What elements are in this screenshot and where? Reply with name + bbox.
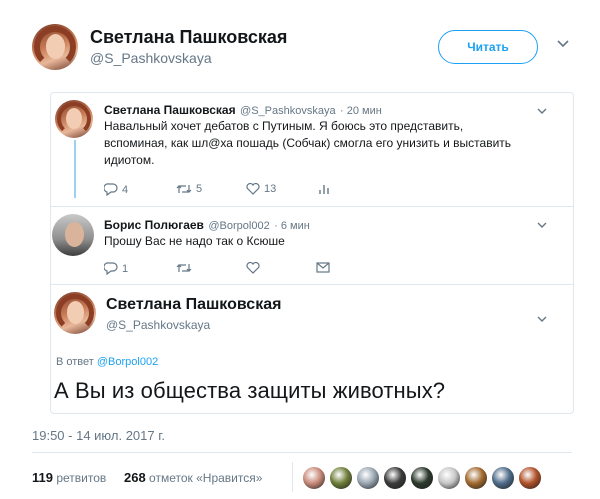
reply-icon [104, 262, 118, 275]
tweet-menu-icon[interactable] [536, 102, 548, 118]
tweet-author-handle[interactable]: @Borpol002 [208, 220, 269, 232]
retweets-count: 119 [32, 470, 53, 485]
avatar-head [64, 221, 84, 247]
thread-tweet-1-header: Светлана Пашковская @S_Pashkovskaya · 20… [104, 101, 382, 119]
reply-prefix: В ответ [56, 356, 94, 368]
liker-avatar[interactable] [329, 466, 353, 490]
thread-avatar-1[interactable] [55, 100, 93, 138]
thread-divider [51, 206, 573, 207]
tweet-author-handle[interactable]: @S_Pashkovskaya [240, 105, 336, 117]
likers-row [302, 466, 542, 492]
heart-icon [246, 262, 260, 274]
tweet-text-line: вспоминая, как шл@ха пошадь (Собчак) смо… [104, 136, 512, 150]
like-action[interactable]: 13 [246, 183, 276, 195]
likes-label: отметок «Нравится» [149, 471, 263, 485]
tweet-author-name[interactable]: Борис Полюгаев [104, 218, 204, 232]
like-action[interactable] [246, 262, 260, 274]
tweet-menu-icon[interactable] [536, 310, 548, 326]
thread-connector [74, 140, 76, 198]
follow-button[interactable]: Читать [438, 30, 538, 64]
liker-avatar[interactable] [410, 466, 434, 490]
likes-count: 268 [124, 470, 146, 485]
reply-to-handle-link[interactable]: @Borpol002 [97, 356, 158, 368]
retweets-label: ретвитов [56, 471, 107, 485]
message-action[interactable] [316, 262, 330, 273]
footer-divider [32, 452, 572, 453]
thread-avatar-2[interactable] [52, 214, 94, 256]
tweet-text: Навальный хочет дебатов с Путиным. Я бою… [104, 118, 544, 169]
tweet-author-name[interactable]: Светлана Пашковская [104, 103, 236, 117]
stats-separator [292, 462, 293, 492]
retweets-stat[interactable]: 119 ретвитов [32, 470, 106, 485]
like-count: 13 [264, 183, 277, 195]
tweet-text-line: идиотом. [104, 153, 155, 167]
reply-count: 4 [122, 183, 129, 196]
liker-avatar[interactable] [356, 466, 380, 490]
author-handle[interactable]: @S_Pashkovskaya [90, 50, 212, 66]
retweet-action[interactable] [176, 262, 192, 274]
tweet-text: Прошу Вас не надо так о Ксюше [104, 234, 285, 248]
thread-divider [51, 284, 573, 285]
likes-stat[interactable]: 268 отметок «Нравится» [124, 470, 262, 485]
main-tweet-author-handle[interactable]: @S_Pashkovskaya [106, 318, 210, 332]
tweet-timestamp[interactable]: 19:50 - 14 июл. 2017 г. [32, 428, 165, 443]
liker-avatar[interactable] [383, 466, 407, 490]
tweet-text-line: Навальный хочет дебатов с Путиным. Я бою… [104, 119, 464, 133]
retweet-icon [176, 185, 192, 193]
analytics-icon [319, 185, 329, 194]
heart-icon [246, 183, 260, 195]
reply-icon [104, 183, 118, 196]
liker-avatar[interactable] [302, 466, 326, 490]
tweet-time[interactable]: · 6 мин [274, 220, 310, 232]
tweet-menu-icon[interactable] [536, 216, 548, 232]
main-tweet-avatar[interactable] [54, 292, 96, 334]
retweet-action[interactable]: 5 [176, 183, 202, 195]
liker-avatar[interactable] [491, 466, 515, 490]
reply-to-line: В ответ @Borpol002 [56, 356, 158, 368]
envelope-icon [316, 262, 330, 273]
liker-avatar[interactable] [518, 466, 542, 490]
thread-tweet-2-header: Борис Полюгаев @Borpol002 · 6 мин [104, 216, 310, 234]
liker-avatar[interactable] [464, 466, 488, 490]
retweet-count: 5 [196, 183, 203, 195]
liker-avatar[interactable] [437, 466, 461, 490]
tweet-time[interactable]: · 20 мин [340, 105, 382, 117]
author-avatar[interactable] [32, 24, 78, 70]
reply-action[interactable]: 1 [104, 262, 128, 275]
more-options-icon[interactable] [556, 36, 570, 52]
reply-action[interactable]: 4 [104, 183, 128, 196]
author-name[interactable]: Светлана Пашковская [90, 27, 287, 48]
analytics-action[interactable] [318, 183, 330, 195]
retweet-icon [176, 264, 192, 272]
main-tweet-text: А Вы из общества защиты животных? [54, 378, 446, 403]
main-tweet-author-name[interactable]: Светлана Пашковская [106, 296, 281, 314]
reply-count: 1 [122, 262, 129, 275]
